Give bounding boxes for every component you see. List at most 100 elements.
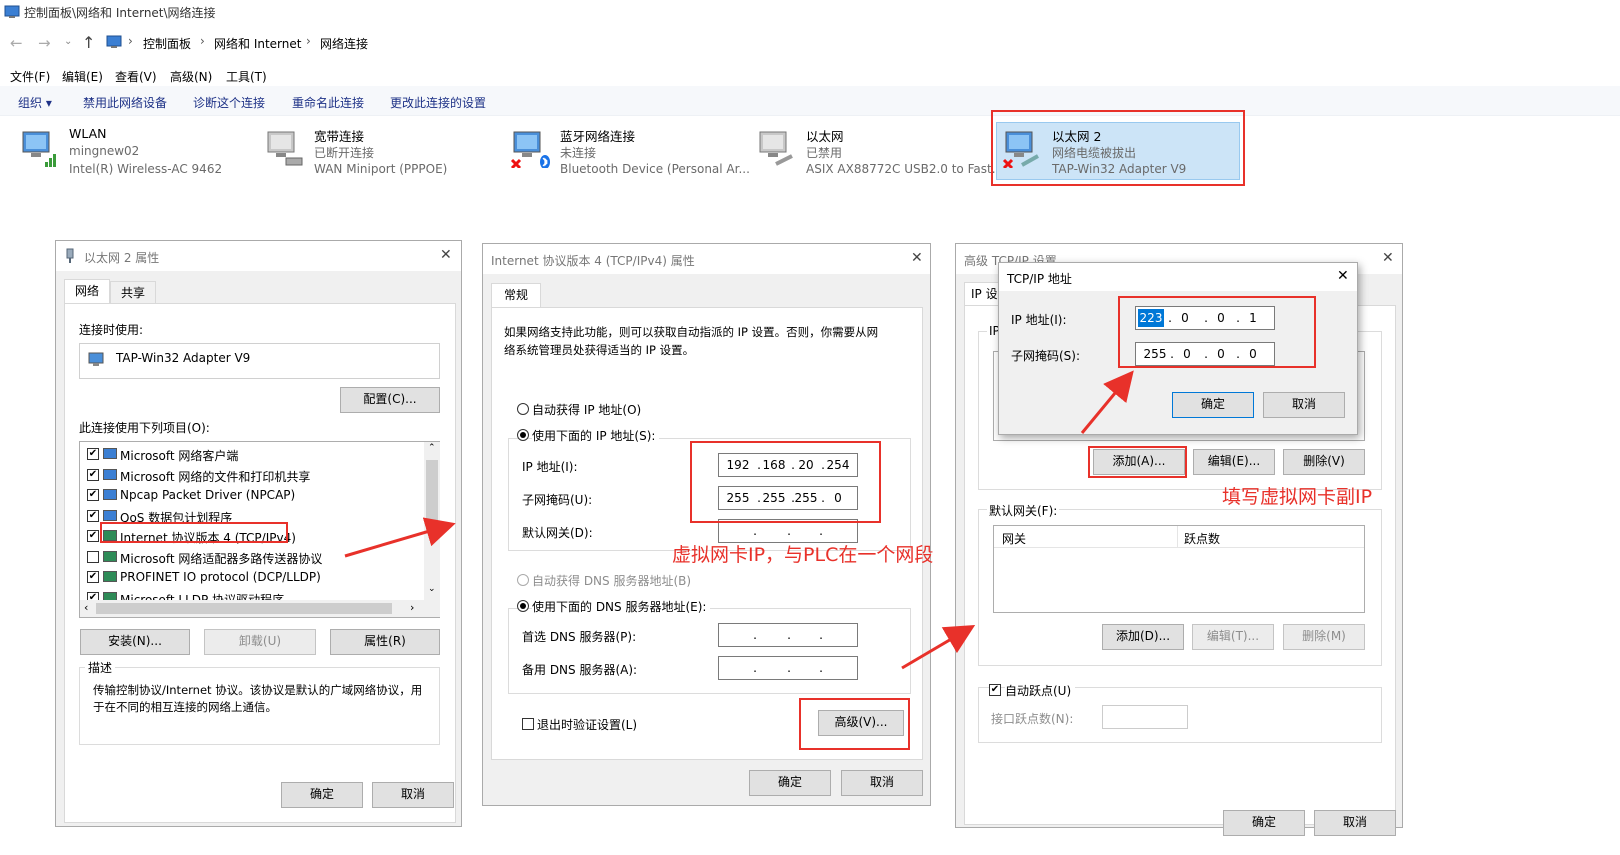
cancel-button[interactable]: 取消 — [841, 770, 923, 796]
auto-dns-radio[interactable] — [517, 574, 529, 586]
hscroll-thumb[interactable] — [96, 603, 392, 614]
connection-broadband[interactable]: 宽带连接 已断开连接 WAN Miniport (PPPOE) — [262, 126, 497, 188]
close-icon[interactable]: ✕ — [1337, 268, 1349, 284]
menu-view[interactable]: 查看(V) — [115, 68, 157, 85]
interface-metric-field[interactable] — [1102, 705, 1188, 729]
component-checkbox[interactable] — [87, 550, 99, 563]
popup-cancel-button[interactable]: 取消 — [1263, 392, 1345, 418]
disable-device-button[interactable]: 禁用此网络设备 — [83, 94, 167, 111]
control-panel-icon — [4, 5, 20, 18]
use-ip-radio[interactable] — [517, 429, 529, 441]
forward-arrow-icon[interactable]: → — [38, 34, 51, 52]
connection-status: 未连接 — [560, 146, 597, 160]
auto-ip-label[interactable]: 自动获得 IP 地址(O) — [532, 401, 641, 418]
component-checkbox[interactable]: ✔ — [87, 530, 99, 542]
column-gateway[interactable]: 网关 — [1002, 530, 1026, 547]
column-metric[interactable]: 跃点数 — [1184, 530, 1220, 547]
component-checkbox[interactable]: ✔ — [87, 509, 99, 522]
connection-bluetooth[interactable]: 蓝牙网络连接 未连接 Bluetooth Device (Personal Ar… — [508, 126, 750, 188]
close-icon[interactable]: ✕ — [911, 250, 923, 266]
auto-ip-radio[interactable] — [517, 403, 529, 415]
scroll-left-icon[interactable]: ‹ — [84, 601, 88, 614]
dot: . — [819, 661, 823, 675]
remove-gateway-button[interactable]: 删除(M) — [1283, 624, 1365, 650]
component-row[interactable]: ✔ Microsoft 网络客户端 — [80, 444, 420, 464]
component-checkbox[interactable]: ✔ — [87, 591, 99, 600]
tab-sharing[interactable]: 共享 — [110, 281, 156, 304]
gateway-list[interactable]: 网关 跃点数 — [993, 525, 1365, 613]
recent-locations-chevron-icon[interactable]: ⌄ — [64, 36, 72, 47]
close-icon[interactable]: ✕ — [440, 247, 452, 263]
scroll-thumb[interactable] — [426, 460, 438, 530]
validate-label[interactable]: 退出时验证设置(L) — [537, 716, 637, 733]
menu-tools[interactable]: 工具(T) — [226, 68, 267, 85]
popup-ok-button[interactable]: 确定 — [1172, 392, 1254, 418]
cancel-button[interactable]: 取消 — [1314, 810, 1396, 836]
organize-button[interactable]: 组织 ▾ — [18, 94, 52, 111]
remove-ip-button[interactable]: 删除(V) — [1283, 449, 1365, 475]
uninstall-button[interactable]: 卸载(U) — [204, 629, 316, 655]
tab-general[interactable]: 常规 — [491, 283, 541, 308]
rename-button[interactable]: 重命名此连接 — [292, 94, 364, 111]
component-row[interactable]: ✔ Microsoft LLDP 协议驱动程序 — [80, 588, 420, 600]
component-checkbox[interactable]: ✔ — [87, 489, 99, 501]
gateway-list-header — [994, 526, 1364, 548]
install-button[interactable]: 安装(N)... — [80, 629, 190, 655]
scroll-down-icon[interactable]: ⌄ — [428, 584, 436, 594]
cancel-button[interactable]: 取消 — [372, 782, 454, 808]
ok-button[interactable]: 确定 — [749, 770, 831, 796]
add-gateway-button[interactable]: 添加(D)... — [1102, 624, 1184, 650]
change-settings-button[interactable]: 更改此连接的设置 — [390, 94, 486, 111]
horizontal-scrollbar[interactable]: ‹ › — [80, 600, 440, 617]
component-row[interactable]: ✔ PROFINET IO protocol (DCP/LLDP) — [80, 567, 420, 587]
component-icon — [103, 550, 117, 562]
diagnose-button[interactable]: 诊断这个连接 — [193, 94, 265, 111]
column-divider — [1177, 526, 1178, 548]
use-dns-label[interactable]: 使用下面的 DNS 服务器地址(E): — [532, 598, 711, 615]
scroll-right-icon[interactable]: › — [410, 601, 414, 614]
window-title-bar: 控制面板\网络和 Internet\网络连接 — [0, 0, 1620, 24]
component-row[interactable]: ✔ Npcap Packet Driver (NPCAP) — [80, 485, 420, 505]
subnet-mask-label: 子网掩码(U): — [522, 493, 593, 507]
component-checkbox[interactable]: ✔ — [87, 448, 99, 460]
breadcrumb-network-internet[interactable]: 网络和 Internet — [214, 35, 301, 52]
auto-metric-label[interactable]: 自动跃点(U) — [1005, 682, 1076, 699]
connection-wlan[interactable]: WLAN mingnew02 Intel(R) Wireless-AC 9462 — [17, 126, 252, 188]
component-row[interactable]: Microsoft 网络适配器多路传送器协议 — [80, 547, 420, 567]
use-ip-label[interactable]: 使用下面的 IP 地址(S): — [532, 427, 660, 444]
component-label: Npcap Packet Driver (NPCAP) — [120, 488, 296, 502]
menu-advanced[interactable]: 高级(N) — [170, 68, 212, 85]
component-checkbox[interactable]: ✔ — [87, 571, 99, 583]
ok-button[interactable]: 确定 — [1223, 810, 1305, 836]
breadcrumb-control-panel[interactable]: 控制面板 — [143, 35, 191, 52]
alternate-dns-field[interactable]: ... — [718, 656, 858, 680]
edit-ip-button[interactable]: 编辑(E)... — [1193, 449, 1275, 475]
dot: . — [753, 524, 757, 538]
back-arrow-icon[interactable]: ← — [10, 34, 23, 52]
vertical-scrollbar[interactable]: ⌃ ⌄ — [424, 442, 440, 600]
breadcrumb-sep-3: › — [306, 34, 311, 48]
scroll-up-icon[interactable]: ⌃ — [428, 443, 436, 453]
dot: . — [787, 628, 791, 642]
validate-checkbox[interactable] — [522, 718, 534, 730]
breadcrumb-network-connections[interactable]: 网络连接 — [320, 35, 368, 52]
close-icon[interactable]: ✕ — [1382, 250, 1394, 266]
component-checkbox[interactable]: ✔ — [87, 468, 99, 481]
tab-network[interactable]: 网络 — [64, 279, 110, 304]
preferred-dns-field[interactable]: ... — [718, 623, 858, 647]
ok-button[interactable]: 确定 — [281, 782, 363, 808]
auto-dns-label[interactable]: 自动获得 DNS 服务器地址(B) — [532, 572, 691, 589]
menu-edit[interactable]: 编辑(E) — [62, 68, 103, 85]
intro-line-1: 如果网络支持此功能，则可以获取自动指派的 IP 设置。否则，你需要从网 — [504, 325, 879, 339]
component-row[interactable]: ✔ Microsoft 网络的文件和打印机共享 — [80, 465, 420, 485]
menu-file[interactable]: 文件(F) — [10, 68, 50, 85]
configure-button[interactable]: 配置(C)... — [340, 387, 440, 413]
intro-line-2: 络系统管理员处获得适当的 IP 设置。 — [504, 343, 695, 357]
connection-name: 宽带连接 — [314, 129, 365, 144]
up-arrow-icon[interactable]: ↑ — [82, 33, 95, 52]
edit-gateway-button[interactable]: 编辑(T)... — [1192, 624, 1274, 650]
use-dns-radio[interactable] — [517, 600, 529, 612]
properties-button[interactable]: 属性(R) — [330, 629, 440, 655]
auto-metric-checkbox[interactable]: ✔ — [989, 684, 1001, 696]
connection-ethernet[interactable]: 以太网 已禁用 ASIX AX88772C USB2.0 to Fast... — [754, 126, 1003, 188]
